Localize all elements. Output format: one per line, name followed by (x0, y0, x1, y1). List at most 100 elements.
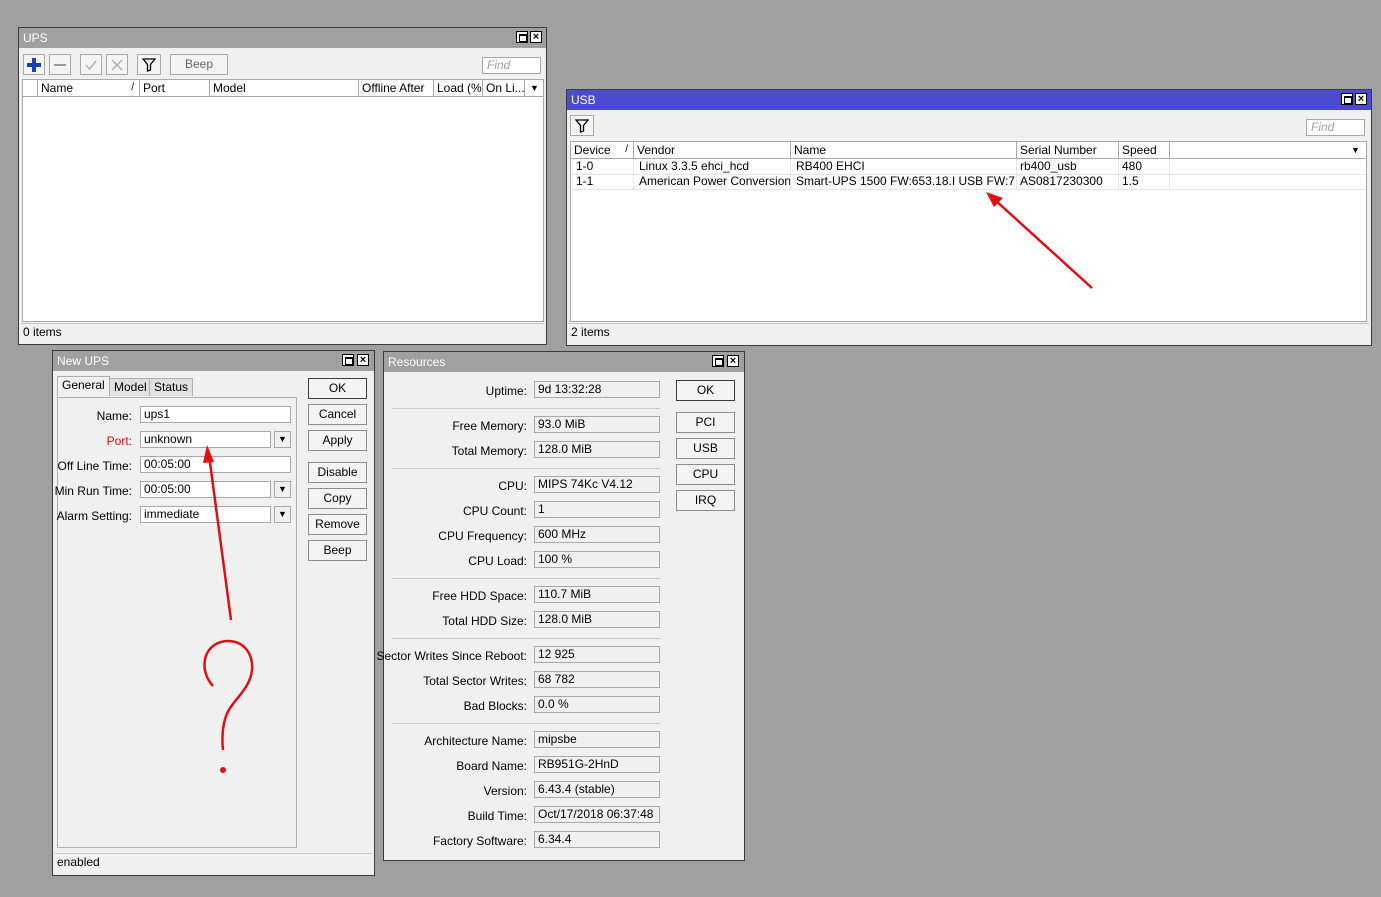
maximize-icon[interactable] (342, 354, 354, 366)
dropdown-arrow-icon: ▼ (278, 434, 287, 444)
cell-name: RB400 EHCI (791, 159, 1017, 174)
name-label: Name: (96, 409, 132, 423)
cell-device: 1-1 (571, 174, 634, 189)
total-hdd-value: 128.0 MiB (534, 611, 660, 628)
separator (392, 408, 660, 409)
add-button[interactable] (23, 54, 45, 75)
disable-button[interactable] (106, 54, 128, 75)
tab-model[interactable]: Model (109, 378, 152, 396)
filter-button[interactable] (137, 54, 161, 75)
resources-titlebar[interactable]: Resources × (384, 352, 744, 372)
column-vendor[interactable]: Vendor (634, 142, 791, 158)
column-port[interactable]: Port (140, 80, 210, 96)
copy-button[interactable]: Copy (308, 488, 367, 509)
usb-table-header: Device / Vendor Name Serial Number Speed … (571, 142, 1366, 159)
cross-icon (111, 59, 123, 71)
remove-button[interactable]: Remove (308, 514, 367, 535)
alarm-setting-select[interactable]: immediate (140, 506, 271, 523)
usb-status: 2 items (569, 323, 1369, 341)
cpu-label: CPU: (498, 479, 527, 493)
maximize-icon[interactable] (516, 31, 528, 43)
column-serial-number[interactable]: Serial Number (1017, 142, 1119, 158)
close-icon[interactable]: × (1355, 93, 1367, 105)
ok-button[interactable]: OK (676, 380, 735, 401)
cell-name: Smart-UPS 1500 FW:653.18.I USB FW:7.3 (791, 174, 1017, 189)
cpu-frequency-value: 600 MHz (534, 526, 660, 543)
port-dropdown-button[interactable]: ▼ (274, 431, 291, 448)
tab-status[interactable]: Status (149, 378, 194, 396)
free-memory-value: 93.0 MiB (534, 416, 660, 433)
filter-button[interactable] (570, 115, 594, 136)
separator (392, 638, 660, 639)
column-device[interactable]: Device / (571, 142, 634, 158)
min-run-time-label: Min Run Time: (54, 484, 132, 498)
alarm-setting-label: Alarm Setting: (56, 509, 132, 523)
filter-icon (574, 119, 590, 133)
total-hdd-label: Total HDD Size: (442, 614, 527, 628)
close-icon[interactable]: × (530, 31, 542, 43)
new-ups-window-title: New UPS (57, 354, 110, 368)
find-input[interactable]: Find (482, 57, 541, 74)
column-speed[interactable]: Speed (1119, 142, 1170, 158)
offline-time-label: Off Line Time: (57, 459, 132, 473)
column-name[interactable]: Name / (38, 80, 140, 96)
min-run-time-field[interactable]: 00:05:00 (140, 481, 271, 498)
cancel-button[interactable]: Cancel (308, 404, 367, 425)
tab-general[interactable]: General (57, 376, 110, 396)
offline-time-field[interactable]: 00:05:00 (140, 456, 291, 473)
uptime-value: 9d 13:32:28 (534, 381, 660, 398)
min-run-time-dropdown-button[interactable]: ▼ (274, 481, 291, 498)
close-icon[interactable]: × (727, 355, 739, 367)
ups-table: Name / Port Model Offline After Load (%) … (22, 79, 544, 322)
new-ups-titlebar[interactable]: New UPS × (53, 351, 374, 371)
cpu-button[interactable]: CPU (676, 464, 735, 485)
tab-strip: General Model Status (57, 376, 297, 397)
free-memory-label: Free Memory: (452, 419, 527, 433)
column-name[interactable]: Name (791, 142, 1017, 158)
cell-device: 1-0 (571, 159, 634, 174)
alarm-setting-dropdown-button[interactable]: ▼ (274, 506, 291, 523)
column-chooser-button[interactable]: ▼ (1346, 142, 1366, 158)
maximize-icon[interactable] (1341, 93, 1353, 105)
separator (392, 578, 660, 579)
column-on-line[interactable]: On Li... (483, 80, 525, 96)
name-field[interactable]: ups1 (140, 406, 291, 423)
enable-button[interactable] (80, 54, 102, 75)
beep-button[interactable]: Beep (308, 540, 367, 561)
column-model[interactable]: Model (210, 80, 359, 96)
board-name-value: RB951G-2HnD (534, 756, 660, 773)
close-icon[interactable]: × (357, 354, 369, 366)
ups-titlebar[interactable]: UPS × (19, 28, 546, 48)
resources-window-title: Resources (388, 355, 446, 369)
maximize-icon[interactable] (712, 355, 724, 367)
find-input[interactable]: Find (1306, 119, 1365, 136)
apply-button[interactable]: Apply (308, 430, 367, 451)
total-sector-writes-label: Total Sector Writes: (423, 674, 527, 688)
cell-speed: 1.5 (1119, 174, 1170, 189)
minus-icon (54, 64, 66, 66)
table-row[interactable]: 1-0 Linux 3.3.5 ehci_hcd RB400 EHCI rb40… (571, 159, 1366, 175)
port-label: Port: (106, 434, 132, 448)
usb-titlebar[interactable]: USB × (567, 90, 1371, 110)
table-row[interactable]: 1-1 American Power Conversion Smart-UPS … (571, 174, 1366, 190)
remove-button[interactable] (49, 54, 71, 75)
cell-serial: AS0817230300 (1017, 174, 1119, 189)
ups-status: 0 items (21, 323, 544, 341)
cell-vendor: American Power Conversion (634, 174, 791, 189)
pci-button[interactable]: PCI (676, 412, 735, 433)
check-icon (85, 60, 97, 71)
irq-button[interactable]: IRQ (676, 490, 735, 511)
column-chooser-button[interactable]: ▼ (525, 80, 543, 96)
column-offline-after[interactable]: Offline After (359, 80, 434, 96)
disable-button[interactable]: Disable (308, 462, 367, 483)
port-select[interactable]: unknown (140, 431, 271, 448)
cpu-frequency-label: CPU Frequency: (438, 529, 527, 543)
sort-icon: / (625, 144, 628, 155)
beep-button[interactable]: Beep (170, 54, 228, 75)
board-name-label: Board Name: (456, 759, 527, 773)
cpu-load-label: CPU Load: (468, 554, 527, 568)
ok-button[interactable]: OK (308, 378, 367, 399)
factory-software-value: 6.34.4 (534, 831, 660, 848)
column-load[interactable]: Load (%) (434, 80, 483, 96)
usb-button[interactable]: USB (676, 438, 735, 459)
